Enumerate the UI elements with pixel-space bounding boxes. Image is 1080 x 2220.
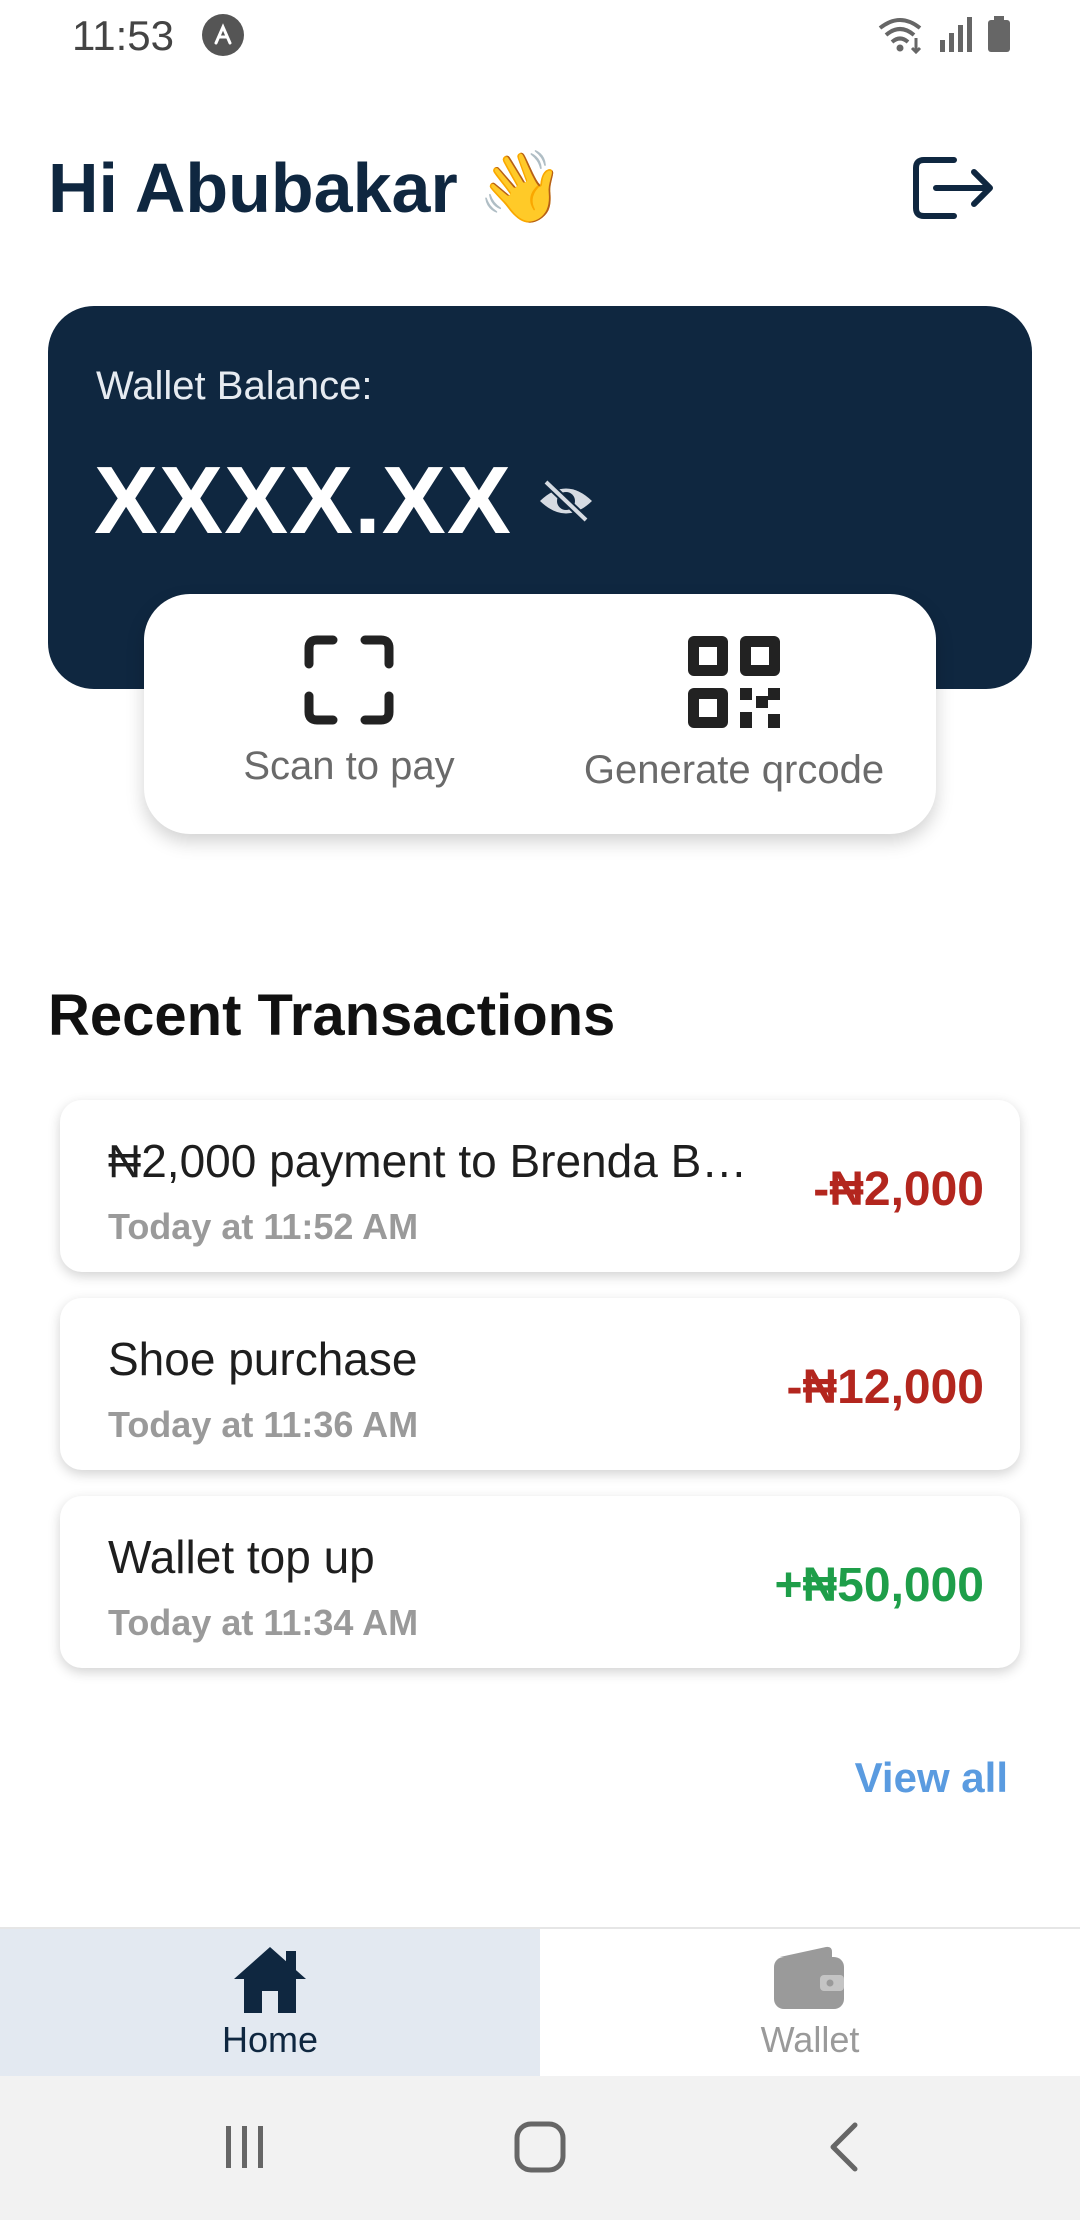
home-system-button[interactable] xyxy=(505,2112,575,2182)
logout-icon xyxy=(913,157,993,219)
wifi-icon xyxy=(878,18,922,54)
transaction-item[interactable]: Shoe purchase Today at 11:36 AM -₦12,000 xyxy=(60,1298,1020,1470)
transaction-amount: -₦12,000 xyxy=(786,1361,984,1414)
transaction-time: Today at 11:34 AM xyxy=(108,1602,419,1643)
back-chevron-icon xyxy=(830,2122,858,2172)
recent-apps-button[interactable] xyxy=(210,2112,280,2182)
transaction-title: ₦2,000 payment to Brenda B… xyxy=(108,1135,748,1187)
greeting-header: Hi Abubakar 👋 xyxy=(48,146,565,229)
scan-to-pay-label: Scan to pay xyxy=(243,744,455,788)
transaction-amount: +₦50,000 xyxy=(774,1559,984,1612)
logout-button[interactable] xyxy=(910,150,998,226)
transaction-title: Wallet top up xyxy=(108,1531,375,1583)
home-icon xyxy=(234,1947,306,2013)
transaction-item[interactable]: Wallet top up Today at 11:34 AM +₦50,000 xyxy=(60,1496,1020,1668)
transaction-time: Today at 11:36 AM xyxy=(108,1404,419,1445)
nav-tab-wallet[interactable]: Wallet xyxy=(540,1929,1080,2077)
eye-off-icon xyxy=(540,479,592,523)
generate-qrcode-button[interactable]: Generate qrcode xyxy=(564,594,904,834)
recent-apps-icon xyxy=(226,2126,263,2168)
toggle-balance-visibility-button[interactable] xyxy=(536,476,596,526)
back-button[interactable] xyxy=(810,2112,880,2182)
bottom-navigation: Home Wallet xyxy=(0,1927,1080,2077)
wave-emoji: 👋 xyxy=(477,146,565,228)
app-notification-icon xyxy=(202,14,244,56)
battery-icon xyxy=(988,16,1010,52)
status-bar: 11:53 xyxy=(0,0,1080,72)
transaction-amount: -₦2,000 xyxy=(813,1163,984,1216)
nav-label-wallet: Wallet xyxy=(760,2019,860,2060)
generate-qrcode-label: Generate qrcode xyxy=(583,748,885,792)
status-time: 11:53 xyxy=(72,12,174,59)
transaction-time: Today at 11:52 AM xyxy=(108,1206,419,1247)
qrcode-icon xyxy=(688,636,780,728)
transaction-title: Shoe purchase xyxy=(108,1333,418,1385)
system-navigation-bar xyxy=(0,2076,1080,2220)
status-icons xyxy=(876,14,1012,54)
quick-actions-panel: Scan to pay Generate qrcode xyxy=(144,594,936,834)
wallet-balance-label: Wallet Balance: xyxy=(96,364,373,408)
view-all-link[interactable]: View all xyxy=(855,1754,1008,1802)
scan-icon xyxy=(304,635,394,725)
recent-transactions-title: Recent Transactions xyxy=(48,983,616,1048)
scan-to-pay-button[interactable]: Scan to pay xyxy=(184,594,514,834)
home-circle-icon xyxy=(514,2121,566,2173)
wallet-balance-amount: XXXX.XX xyxy=(94,447,512,554)
nav-tab-home[interactable]: Home xyxy=(0,1929,540,2077)
transaction-item[interactable]: ₦2,000 payment to Brenda B… Today at 11:… xyxy=(60,1100,1020,1272)
wallet-icon xyxy=(774,1946,844,2009)
nav-label-home: Home xyxy=(221,2019,319,2060)
signal-icon xyxy=(940,17,972,52)
greeting-text: Hi Abubakar xyxy=(48,148,458,227)
